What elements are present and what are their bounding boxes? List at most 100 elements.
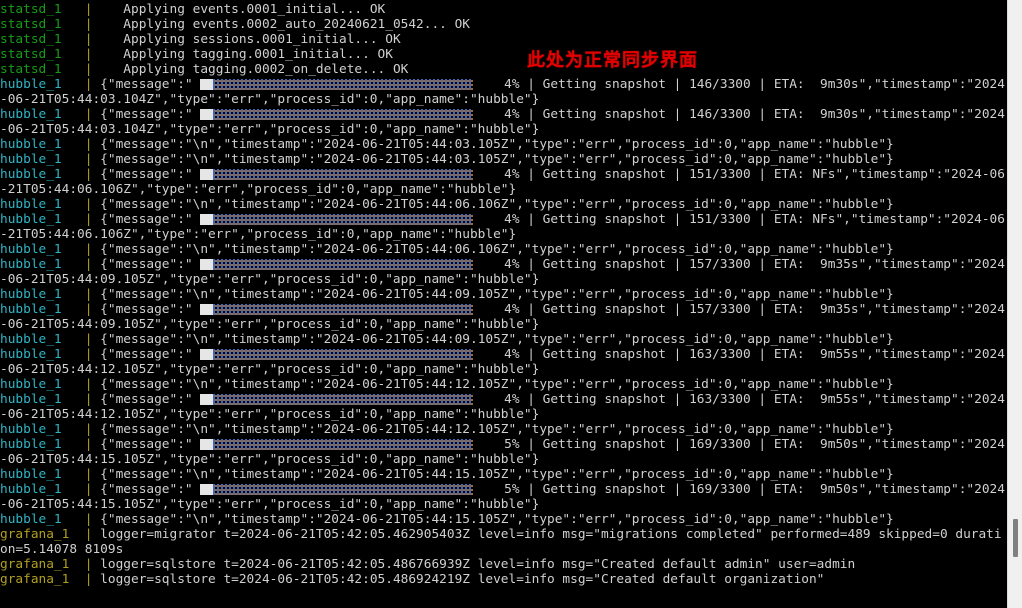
- log-message: logger=migrator t=2024-06-21T05:42:05.46…: [0, 527, 1002, 557]
- log-line: hubble_1 | {"message":" 4% | Getting sna…: [0, 257, 1007, 287]
- log-message-prefix: {"message":": [92, 437, 201, 452]
- log-service-name: hubble_1: [0, 212, 85, 227]
- progress-bar: [200, 349, 474, 360]
- log-message-prefix: {"message":": [92, 212, 201, 227]
- scrollbar-track[interactable]: [1007, 0, 1022, 608]
- log-message-prefix: {"message":": [92, 482, 201, 497]
- log-line: hubble_1 | {"message":"\n","timestamp":"…: [0, 377, 1007, 392]
- log-service-name: statsd_1: [0, 2, 85, 17]
- log-message-prefix: {"message":": [92, 302, 201, 317]
- log-line: hubble_1 | {"message":" 5% | Getting sna…: [0, 482, 1007, 512]
- log-line: hubble_1 | {"message":"\n","timestamp":"…: [0, 422, 1007, 437]
- log-message: Applying tagging.0001_initial... OK: [92, 47, 393, 62]
- log-service-name: statsd_1: [0, 47, 85, 62]
- progress-bar-fill: [200, 439, 214, 450]
- log-message: Applying sessions.0001_initial... OK: [92, 32, 401, 47]
- progress-bar-remainder: [213, 259, 474, 270]
- log-service-name: hubble_1: [0, 302, 85, 317]
- log-service-name: hubble_1: [0, 137, 85, 152]
- log-message: {"message":"\n","timestamp":"2024-06-21T…: [92, 197, 894, 212]
- log-line: hubble_1 | {"message":" 4% | Getting sna…: [0, 302, 1007, 332]
- progress-bar-remainder: [213, 169, 474, 180]
- log-service-name: grafana_1: [0, 527, 85, 542]
- log-service-name: statsd_1: [0, 17, 85, 32]
- progress-bar: [200, 439, 474, 450]
- log-service-name: hubble_1: [0, 377, 85, 392]
- log-service-name: grafana_1: [0, 572, 85, 587]
- log-service-name: hubble_1: [0, 347, 85, 362]
- log-message: logger=sqlstore t=2024-06-21T05:42:05.48…: [92, 572, 825, 587]
- progress-bar: [200, 484, 474, 495]
- log-output[interactable]: statsd_1 | Applying events.0001_initial.…: [0, 0, 1007, 608]
- log-service-name: hubble_1: [0, 467, 85, 482]
- log-service-name: statsd_1: [0, 62, 85, 77]
- log-service-name: hubble_1: [0, 107, 85, 122]
- log-message-prefix: {"message":": [92, 257, 201, 272]
- log-message: Applying events.0001_initial... OK: [92, 2, 386, 17]
- log-line: hubble_1 | {"message":"\n","timestamp":"…: [0, 197, 1007, 212]
- log-service-name: hubble_1: [0, 77, 85, 92]
- progress-bar-remainder: [213, 484, 474, 495]
- log-line: grafana_1 | logger=migrator t=2024-06-21…: [0, 527, 1007, 557]
- log-message-prefix: {"message":": [92, 77, 201, 92]
- terminal-window: statsd_1 | Applying events.0001_initial.…: [0, 0, 1022, 608]
- scrollbar-thumb[interactable]: [1013, 519, 1018, 557]
- progress-bar-fill: [200, 394, 214, 405]
- log-service-name: hubble_1: [0, 167, 85, 182]
- progress-bar-fill: [200, 79, 214, 90]
- progress-bar: [200, 304, 474, 315]
- log-service-name: hubble_1: [0, 197, 85, 212]
- log-service-name: hubble_1: [0, 287, 85, 302]
- progress-bar-fill: [200, 304, 214, 315]
- log-message: {"message":"\n","timestamp":"2024-06-21T…: [92, 242, 894, 257]
- progress-bar: [200, 169, 474, 180]
- log-message: {"message":"\n","timestamp":"2024-06-21T…: [92, 512, 894, 527]
- progress-bar-remainder: [213, 439, 474, 450]
- log-line: hubble_1 | {"message":"\n","timestamp":"…: [0, 137, 1007, 152]
- progress-bar: [200, 394, 474, 405]
- progress-bar-fill: [200, 349, 214, 360]
- log-line: hubble_1 | {"message":" 4% | Getting sna…: [0, 212, 1007, 242]
- progress-bar: [200, 214, 474, 225]
- log-message: Applying events.0002_auto_20240621_0542.…: [92, 17, 470, 32]
- log-message: logger=sqlstore t=2024-06-21T05:42:05.48…: [92, 557, 856, 572]
- log-line: grafana_1 | logger=sqlstore t=2024-06-21…: [0, 557, 1007, 572]
- progress-bar-fill: [200, 214, 214, 225]
- log-line: statsd_1 | Applying tagging.0001_initial…: [0, 47, 1007, 62]
- log-message-prefix: {"message":": [92, 392, 201, 407]
- progress-bar-remainder: [213, 394, 474, 405]
- log-message: {"message":"\n","timestamp":"2024-06-21T…: [92, 422, 894, 437]
- log-message: {"message":"\n","timestamp":"2024-06-21T…: [92, 137, 894, 152]
- progress-bar: [200, 109, 474, 120]
- log-message: Applying tagging.0002_on_delete... OK: [92, 62, 409, 77]
- progress-bar-remainder: [213, 109, 474, 120]
- log-message: {"message":"\n","timestamp":"2024-06-21T…: [92, 377, 894, 392]
- log-line: statsd_1 | Applying events.0002_auto_202…: [0, 17, 1007, 32]
- progress-bar-fill: [200, 259, 214, 270]
- log-service-name: grafana_1: [0, 557, 85, 572]
- log-line: hubble_1 | {"message":" 4% | Getting sna…: [0, 107, 1007, 137]
- log-line: hubble_1 | {"message":" 5% | Getting sna…: [0, 437, 1007, 467]
- log-service-name: statsd_1: [0, 32, 85, 47]
- log-line: hubble_1 | {"message":"\n","timestamp":"…: [0, 467, 1007, 482]
- log-service-name: hubble_1: [0, 257, 85, 272]
- log-message: {"message":"\n","timestamp":"2024-06-21T…: [92, 152, 894, 167]
- log-service-name: hubble_1: [0, 242, 85, 257]
- log-message-prefix: {"message":": [92, 347, 201, 362]
- log-service-name: hubble_1: [0, 437, 85, 452]
- log-message: {"message":"\n","timestamp":"2024-06-21T…: [92, 467, 894, 482]
- log-line: hubble_1 | {"message":"\n","timestamp":"…: [0, 332, 1007, 347]
- log-service-name: hubble_1: [0, 422, 85, 437]
- log-message-prefix: {"message":": [92, 107, 201, 122]
- log-line: hubble_1 | {"message":" 4% | Getting sna…: [0, 392, 1007, 422]
- progress-bar: [200, 259, 474, 270]
- progress-bar: [200, 79, 474, 90]
- log-service-name: hubble_1: [0, 512, 85, 527]
- log-service-name: hubble_1: [0, 392, 85, 407]
- progress-bar-fill: [200, 484, 214, 495]
- log-line: hubble_1 | {"message":"\n","timestamp":"…: [0, 512, 1007, 527]
- log-line: hubble_1 | {"message":"\n","timestamp":"…: [0, 242, 1007, 257]
- log-line: hubble_1 | {"message":" 4% | Getting sna…: [0, 167, 1007, 197]
- log-line: hubble_1 | {"message":" 4% | Getting sna…: [0, 77, 1007, 107]
- log-line: hubble_1 | {"message":" 4% | Getting sna…: [0, 347, 1007, 377]
